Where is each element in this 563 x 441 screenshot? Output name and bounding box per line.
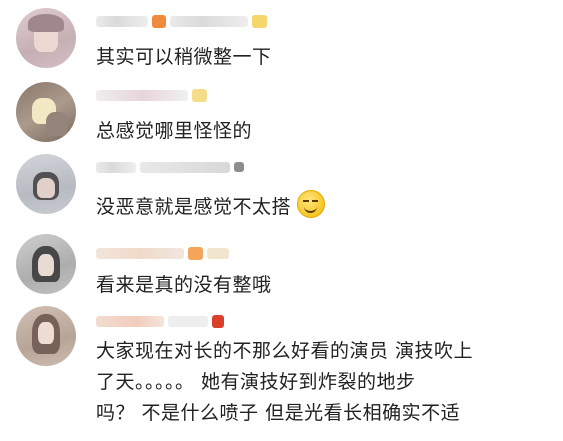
username-redacted[interactable] [96, 10, 267, 32]
username-redacted[interactable] [96, 84, 207, 106]
avatar[interactable] [16, 8, 76, 68]
comment-text: 没恶意就是感觉不太搭 [96, 190, 326, 223]
comment-text-body: 没恶意就是感觉不太搭 [96, 196, 292, 218]
username-redacted[interactable] [96, 242, 229, 264]
comment-text-line: 大家现在对长的不那么好看的演员 演技吹上 [96, 340, 474, 362]
level-badge [234, 162, 244, 172]
username-redacted[interactable] [96, 310, 224, 332]
avatar[interactable] [16, 234, 76, 294]
vip-badge [192, 88, 207, 102]
username-redacted[interactable] [96, 156, 244, 178]
avatar[interactable] [16, 82, 76, 142]
vip-badge [252, 14, 267, 28]
level-badge [212, 314, 224, 328]
comment-text: 其实可以稍微整一下 [96, 46, 272, 68]
grinning-sweat-emoji [297, 190, 326, 218]
avatar[interactable] [16, 306, 76, 366]
comment-text: 看来是真的没有整哦 [96, 274, 272, 296]
comment-text: 总感觉哪里怪怪的 [96, 120, 253, 142]
comment-text-line: 吗？ 不是什么喷子 但是光看长相确实不适 [96, 402, 461, 424]
comment-text-line: 了天。。。。。 她有演技好到炸裂的地步 [96, 371, 416, 393]
level-badge [152, 14, 166, 28]
level-badge [188, 246, 203, 260]
avatar[interactable] [16, 154, 76, 214]
